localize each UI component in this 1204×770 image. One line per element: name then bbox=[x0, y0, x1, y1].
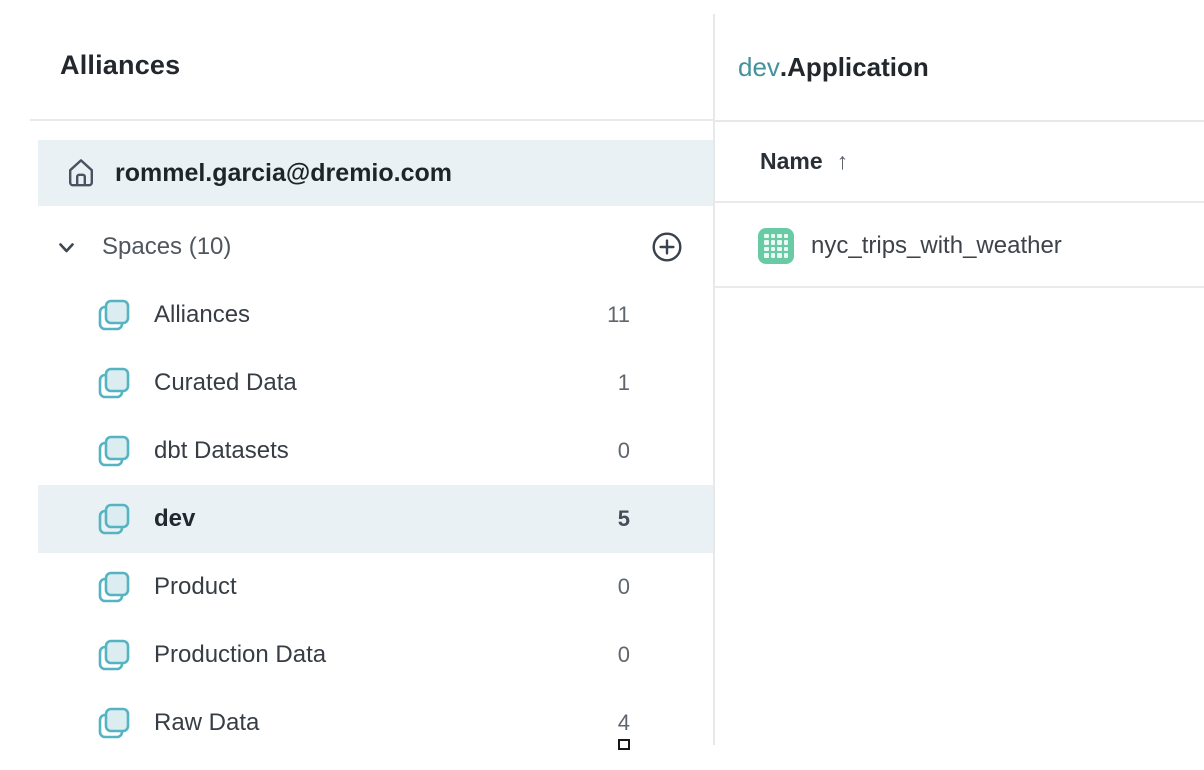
home-user-row[interactable]: rommel.garcia@dremio.com bbox=[38, 140, 713, 206]
sidebar-title-divider bbox=[30, 119, 713, 121]
space-item-label: Raw Data bbox=[154, 709, 259, 737]
breadcrumb-space-link[interactable]: dev bbox=[738, 52, 780, 82]
space-item-label: Alliances bbox=[154, 301, 250, 329]
sidebar-item-dbt-datasets[interactable]: dbt Datasets 0 bbox=[38, 417, 713, 485]
space-item-count: 0 bbox=[618, 438, 630, 464]
space-item-count: 0 bbox=[618, 574, 630, 600]
space-item-label: Product bbox=[154, 573, 237, 601]
dataset-name: nyc_trips_with_weather bbox=[811, 232, 1062, 260]
home-icon bbox=[63, 155, 99, 191]
space-icon bbox=[97, 502, 131, 536]
plus-circle-icon bbox=[651, 231, 683, 263]
space-item-label: Production Data bbox=[154, 641, 326, 669]
space-item-count: 0 bbox=[618, 642, 630, 668]
column-header-name[interactable]: Name bbox=[760, 148, 823, 175]
home-user-email: rommel.garcia@dremio.com bbox=[115, 159, 452, 188]
spaces-section-label: Spaces (10) bbox=[102, 233, 231, 261]
chevron-down-icon[interactable] bbox=[55, 236, 78, 259]
sidebar-item-production-data[interactable]: Production Data 0 bbox=[38, 621, 713, 689]
space-icon bbox=[97, 434, 131, 468]
space-icon bbox=[97, 570, 131, 604]
add-space-button[interactable] bbox=[651, 231, 683, 263]
space-item-count: 5 bbox=[618, 506, 630, 532]
catalog-main-panel: dev.Application Name ↑ nyc_trips_with_we… bbox=[715, 0, 1204, 770]
breadcrumb: dev.Application bbox=[738, 52, 929, 83]
space-item-label: dbt Datasets bbox=[154, 437, 289, 465]
space-item-count: 11 bbox=[607, 302, 630, 328]
sidebar-title: Alliances bbox=[60, 50, 180, 81]
sidebar-item-product[interactable]: Product 0 bbox=[38, 553, 713, 621]
space-icon bbox=[97, 298, 131, 332]
space-item-count: 1 bbox=[618, 370, 630, 396]
space-item-label: dev bbox=[154, 505, 195, 533]
table-row[interactable]: nyc_trips_with_weather bbox=[715, 205, 1204, 288]
sort-ascending-icon[interactable]: ↑ bbox=[837, 148, 849, 175]
dataset-table-icon bbox=[758, 228, 794, 264]
space-item-count: 4 bbox=[618, 710, 630, 736]
sidebar-item-alliances[interactable]: Alliances 11 bbox=[38, 281, 713, 349]
sidebar-rows: rommel.garcia@dremio.com Spaces (10) bbox=[38, 140, 713, 757]
sidebar-item-dev[interactable]: dev 5 bbox=[38, 485, 713, 553]
missing-glyph-box bbox=[618, 739, 630, 750]
space-icon bbox=[97, 638, 131, 672]
sidebar-item-curated-data[interactable]: Curated Data 1 bbox=[38, 349, 713, 417]
space-icon bbox=[97, 706, 131, 740]
space-item-label: Curated Data bbox=[154, 369, 297, 397]
table-header-row: Name ↑ bbox=[715, 122, 1204, 203]
spaces-sidebar: Alliances rommel.garcia@dremio.com Space… bbox=[0, 0, 713, 770]
space-icon bbox=[97, 366, 131, 400]
breadcrumb-entity: Application bbox=[787, 52, 929, 82]
sidebar-item-raw-data[interactable]: Raw Data 4 bbox=[38, 689, 713, 757]
spaces-section-header[interactable]: Spaces (10) bbox=[38, 213, 713, 281]
